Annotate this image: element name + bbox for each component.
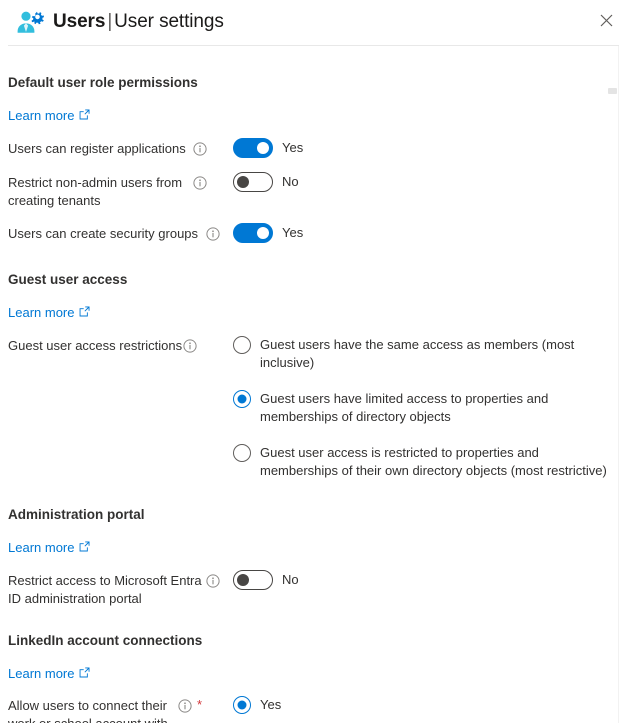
close-icon bbox=[600, 14, 613, 27]
info-icon[interactable] bbox=[206, 227, 220, 241]
blade-header: Users | User settings bbox=[0, 0, 629, 46]
setting-row-restrict-non-admin-users-from-creating-tenants: Restrict non-admin users from creating t… bbox=[8, 172, 615, 210]
setting-label-users-can-register-applications: Users can register applications bbox=[8, 141, 186, 156]
setting-row-users-can-create-security-groups: Users can create security groups Yes bbox=[8, 223, 615, 243]
required-field-marker: * bbox=[197, 697, 203, 712]
page-title-sub: User settings bbox=[114, 11, 224, 32]
learn-more-label: Learn more bbox=[8, 305, 75, 320]
radio-option-same-access-as-members[interactable]: Guest users have the same access as memb… bbox=[233, 336, 613, 372]
section-administration-portal: Administration portal Learn more Restric… bbox=[8, 506, 615, 608]
info-icon[interactable] bbox=[206, 574, 220, 588]
learn-more-label: Learn more bbox=[8, 666, 75, 681]
setting-label-restrict-non-admin-users-from-creating-tenants: Restrict non-admin users from creating t… bbox=[8, 175, 183, 208]
learn-more-link-administration-portal[interactable]: Learn more bbox=[8, 539, 90, 557]
toggle-state-label: No bbox=[282, 572, 299, 587]
settings-scroll-area: Default user role permissions Learn more… bbox=[0, 46, 629, 723]
page-title-text: Users | User settings bbox=[53, 10, 224, 34]
setting-row-users-can-register-applications: Users can register applications Yes bbox=[8, 138, 615, 158]
radio-indicator bbox=[233, 444, 251, 462]
toggle-state-label: Yes bbox=[282, 140, 304, 155]
setting-label-guest-user-access-restrictions: Guest user access restrictions bbox=[8, 338, 183, 353]
section-title-administration-portal: Administration portal bbox=[8, 507, 145, 522]
radio-indicator bbox=[233, 390, 251, 408]
setting-label-restrict-access-to-entra-id-admin-portal: Restrict access to Microsoft Entra ID ad… bbox=[8, 573, 202, 606]
setting-row-guest-user-access-restrictions: Guest user access restrictions Guest use… bbox=[8, 336, 615, 480]
learn-more-label: Learn more bbox=[8, 540, 75, 555]
radio-option-yes[interactable]: Yes bbox=[233, 696, 463, 714]
learn-more-link-guest-user-access[interactable]: Learn more bbox=[8, 304, 90, 322]
external-link-icon bbox=[79, 107, 90, 125]
section-guest-user-access: Guest user access Learn more Guest user … bbox=[8, 271, 615, 480]
toggle-knob bbox=[237, 574, 249, 586]
users-settings-icon bbox=[14, 7, 44, 37]
info-icon[interactable] bbox=[178, 699, 192, 713]
radio-option-restricted-own-directory-objects[interactable]: Guest user access is restricted to prope… bbox=[233, 444, 613, 480]
toggle-knob bbox=[257, 227, 269, 239]
external-link-icon bbox=[79, 539, 90, 557]
toggle-users-can-register-applications[interactable] bbox=[233, 138, 273, 158]
learn-more-link-linkedin-account-connections[interactable]: Learn more bbox=[8, 665, 90, 683]
radio-indicator bbox=[233, 696, 251, 714]
radio-option-label: Yes bbox=[260, 697, 282, 712]
setting-label-users-can-create-security-groups: Users can create security groups bbox=[8, 226, 199, 241]
page-title-separator: | bbox=[107, 11, 113, 32]
setting-row-allow-users-connect-linkedin: Allow users to connect their work or sch… bbox=[8, 696, 615, 723]
info-icon[interactable] bbox=[183, 339, 197, 353]
radio-option-limited-access[interactable]: Guest users have limited access to prope… bbox=[233, 390, 613, 426]
section-title-linkedin-account-connections: LinkedIn account connections bbox=[8, 633, 203, 648]
setting-row-restrict-access-to-entra-id-admin-portal: Restrict access to Microsoft Entra ID ad… bbox=[8, 570, 615, 608]
external-link-icon bbox=[79, 665, 90, 683]
close-button[interactable] bbox=[591, 5, 621, 35]
external-link-icon bbox=[79, 304, 90, 322]
toggle-state-label: No bbox=[282, 174, 299, 189]
toggle-knob bbox=[257, 142, 269, 154]
page-title: Users | User settings bbox=[14, 0, 629, 44]
radio-group-guest-user-access-restrictions: Guest users have the same access as memb… bbox=[233, 336, 613, 480]
section-linkedin-account-connections: LinkedIn account connections Learn more … bbox=[8, 632, 615, 723]
toggle-restrict-access-to-entra-id-admin-portal[interactable] bbox=[233, 570, 273, 590]
learn-more-label: Learn more bbox=[8, 108, 75, 123]
setting-label-allow-users-connect-linkedin: Allow users to connect their work or sch… bbox=[8, 698, 168, 723]
section-default-user-role-permissions: Default user role permissions Learn more… bbox=[8, 74, 615, 243]
toggle-state-label: Yes bbox=[282, 225, 304, 240]
info-icon[interactable] bbox=[193, 176, 207, 190]
radio-option-label: Guest users have the same access as memb… bbox=[260, 337, 575, 370]
toggle-users-can-create-security-groups[interactable] bbox=[233, 223, 273, 243]
section-title-guest-user-access: Guest user access bbox=[8, 272, 128, 287]
radio-group-allow-users-connect-linkedin: Yes Selected group bbox=[233, 696, 463, 723]
info-icon[interactable] bbox=[193, 142, 207, 156]
page-title-main: Users bbox=[53, 11, 106, 32]
toggle-knob bbox=[237, 176, 249, 188]
radio-option-label: Guest users have limited access to prope… bbox=[260, 391, 549, 424]
radio-indicator bbox=[233, 336, 251, 354]
toggle-restrict-non-admin-users-from-creating-tenants[interactable] bbox=[233, 172, 273, 192]
radio-option-label: Guest user access is restricted to prope… bbox=[260, 445, 607, 478]
section-title-default-user-role-permissions: Default user role permissions bbox=[8, 75, 198, 90]
learn-more-link-default-user-role-permissions[interactable]: Learn more bbox=[8, 107, 90, 125]
